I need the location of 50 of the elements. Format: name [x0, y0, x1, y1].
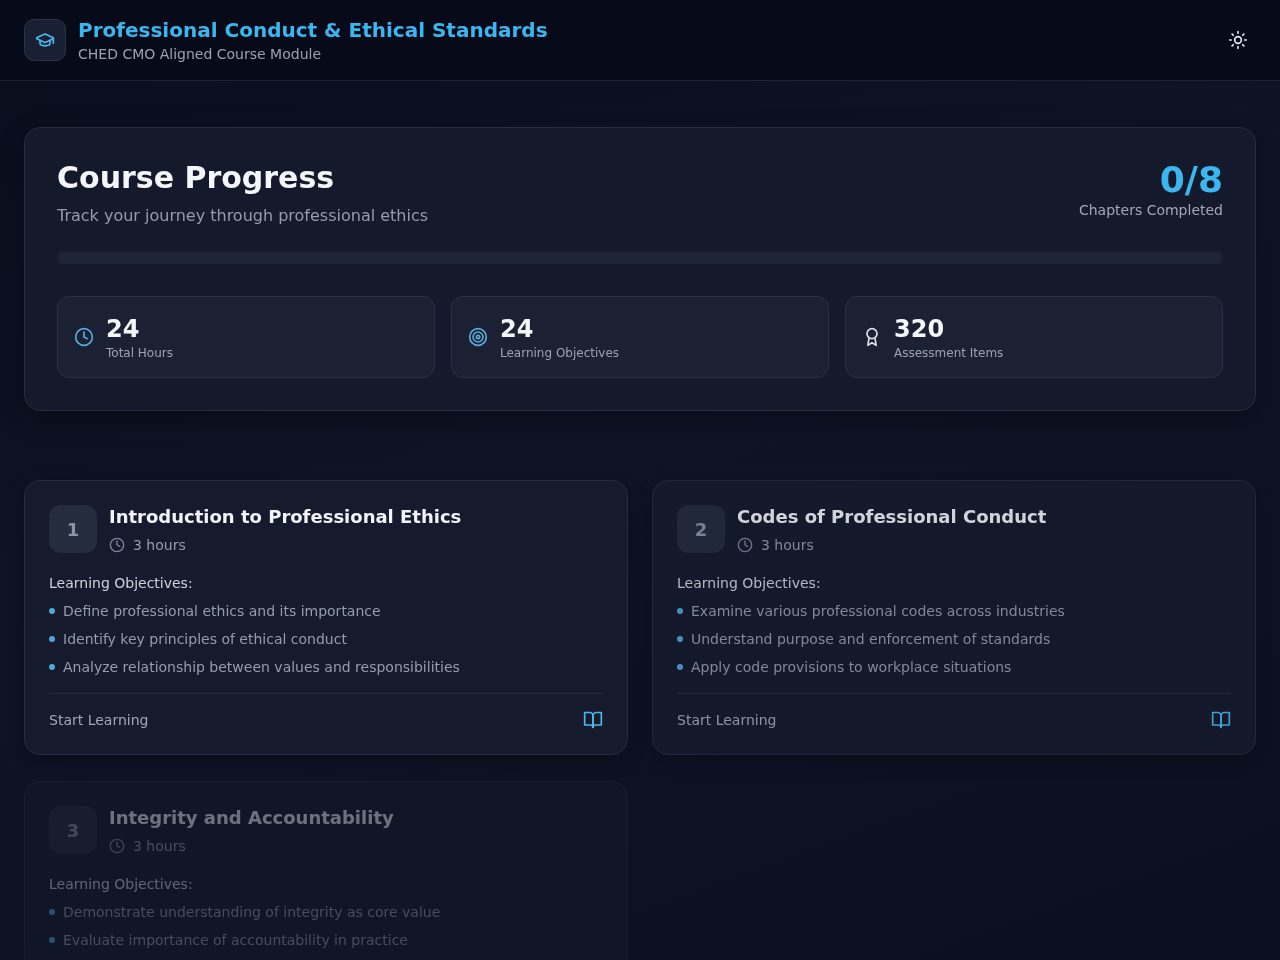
stat-label: Learning Objectives: [500, 345, 620, 361]
chapters-completed-count: 0/8: [1158, 160, 1223, 200]
stat-label: Assessment Items: [894, 345, 1004, 361]
objective-text: Analyze relationship between values and responsibilities: [63, 658, 460, 677]
clock-icon: [109, 838, 125, 854]
stat-value: 24: [106, 314, 141, 345]
graduation-cap-icon: [24, 19, 66, 61]
app-subtitle: CHED CMO Aligned Course Module: [78, 44, 322, 64]
chapter-number: 2: [677, 505, 725, 553]
progress-title: Course Progress: [57, 160, 336, 196]
clock-icon: [109, 537, 125, 553]
bullet-icon: [49, 664, 55, 670]
progress-subtitle: Track your journey through professional ethics: [57, 205, 429, 227]
theme-toggle-button[interactable]: [1228, 30, 1248, 50]
open-book-icon: [1211, 710, 1231, 730]
sun-icon: [1228, 30, 1248, 50]
bullet-icon: [49, 937, 55, 943]
chapter-card[interactable]: [652, 480, 1256, 755]
bullet-icon: [49, 636, 55, 642]
clock-icon: [737, 537, 753, 553]
chapter-title: Codes of Professional Conduct: [737, 505, 1047, 529]
open-book-icon: [583, 710, 603, 730]
chapters-completed-label: Chapters Completed: [1078, 201, 1223, 220]
chapter-duration: 3 hours: [761, 536, 814, 555]
chapter-title: Introduction to Professional Ethics: [109, 505, 462, 529]
chapter-title: Integrity and Accountability: [109, 806, 394, 830]
stat-label: Total Hours: [106, 345, 173, 361]
objective-text: Understand purpose and enforcement of standards: [691, 630, 1051, 649]
app-title: Professional Conduct & Ethical Standards: [78, 16, 548, 43]
stat-value: 320: [894, 314, 946, 345]
target-icon: [468, 327, 488, 347]
bullet-icon: [49, 608, 55, 614]
bullet-icon: [677, 636, 683, 642]
start-learning-link[interactable]: Start Learning: [49, 710, 149, 730]
objective-text: Examine various professional codes across industries: [691, 602, 1065, 621]
start-learning-link[interactable]: Start Learning: [677, 710, 777, 730]
chapter-number: 1: [49, 505, 97, 553]
clock-icon: [74, 327, 94, 347]
objective-text: Apply code provisions to workplace situations: [691, 658, 1012, 677]
bullet-icon: [677, 664, 683, 670]
stat-value: 24: [500, 314, 535, 345]
chapter-card[interactable]: [24, 480, 628, 755]
objectives-heading: Learning Objectives:: [677, 574, 822, 593]
bullet-icon: [49, 909, 55, 915]
objective-text: Identify key principles of ethical conduct: [63, 630, 347, 649]
chapter-duration: 3 hours: [133, 536, 186, 555]
bullet-icon: [677, 608, 683, 614]
objective-text: Define professional ethics and its importance: [63, 602, 381, 621]
objectives-heading: Learning Objectives:: [49, 574, 194, 593]
objectives-heading: Learning Objectives:: [49, 875, 194, 894]
